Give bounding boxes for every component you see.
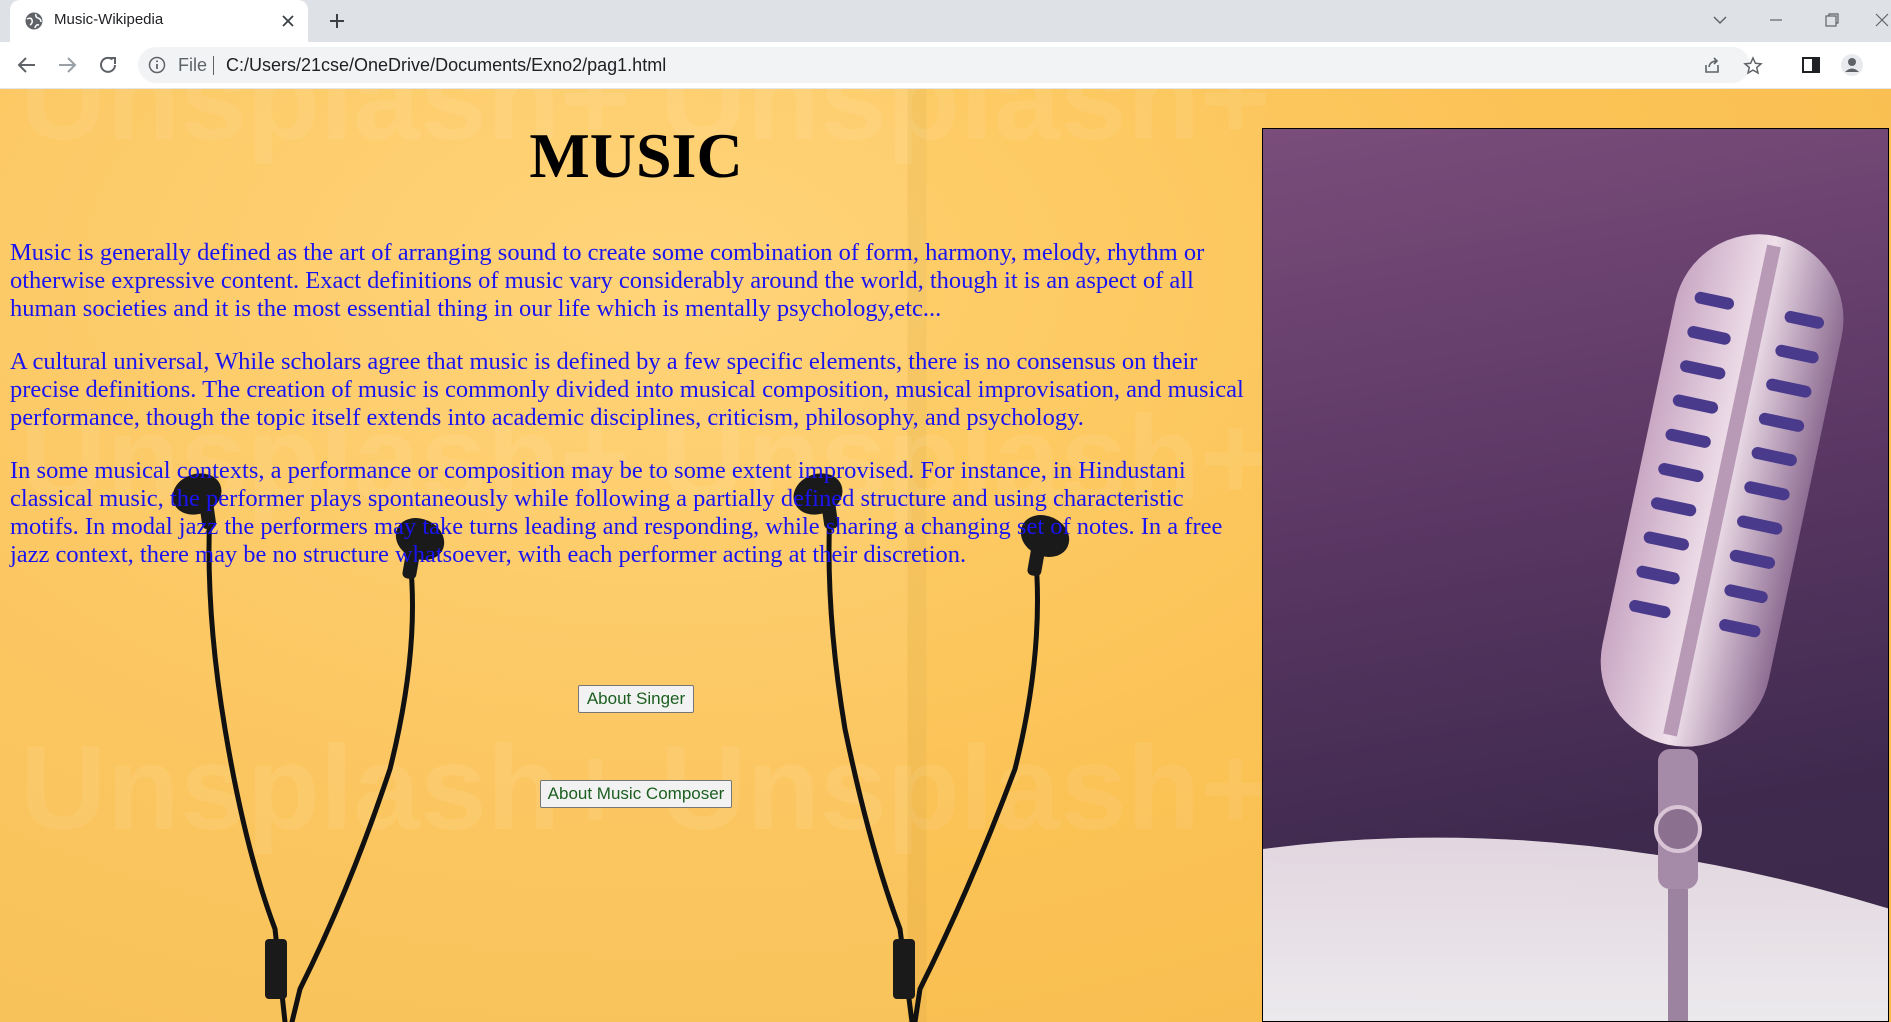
minimize-icon[interactable]: [1766, 10, 1786, 30]
paragraph: Music is generally defined as the art of…: [10, 239, 1205, 322]
microphone-icon: [1263, 234, 1888, 1021]
share-icon[interactable]: [1702, 56, 1722, 76]
about-music-composer-button[interactable]: About Music Composer: [540, 780, 732, 808]
globe-icon: [25, 12, 43, 30]
browser-tab[interactable]: Music-Wikipedia: [10, 0, 308, 42]
page-title: MUSIC: [529, 120, 743, 191]
about-singer-button[interactable]: About Singer: [578, 685, 694, 713]
main-content: MUSIC Music is generally defined as the …: [0, 89, 1262, 1022]
arrow-right-icon[interactable]: [55, 53, 79, 77]
paragraph: In some musical contexts, a performance …: [10, 457, 1223, 568]
profile-icon[interactable]: [1840, 53, 1864, 77]
browser-toolbar: File C:/Users/21cse/OneDrive/Documents/E…: [0, 42, 1891, 89]
chevron-down-icon[interactable]: [1710, 10, 1730, 30]
divider: [213, 56, 214, 75]
info-icon[interactable]: [148, 56, 166, 74]
plus-icon[interactable]: [327, 11, 347, 31]
restore-icon[interactable]: [1822, 10, 1842, 30]
address-bar[interactable]: File C:/Users/21cse/OneDrive/Documents/E…: [138, 47, 1763, 83]
close-icon[interactable]: [280, 13, 296, 29]
url-text[interactable]: C:/Users/21cse/OneDrive/Documents/Exno2/…: [226, 55, 666, 76]
side-panel-icon[interactable]: [1799, 53, 1823, 77]
page-viewport: Unsplash+ Unsplash+ Unsplash+ Unsplash+ …: [0, 89, 1891, 1022]
star-icon[interactable]: [1743, 56, 1763, 76]
microphone-image: [1262, 128, 1889, 1022]
paragraph: A cultural universal, While scholars agr…: [10, 348, 1244, 431]
scheme-label: File: [178, 55, 208, 75]
tab-strip: Music-Wikipedia: [0, 0, 1891, 42]
tab-title: Music-Wikipedia: [54, 11, 164, 28]
arrow-left-icon[interactable]: [15, 53, 39, 77]
close-icon[interactable]: [1872, 10, 1891, 30]
reload-icon[interactable]: [96, 53, 120, 77]
